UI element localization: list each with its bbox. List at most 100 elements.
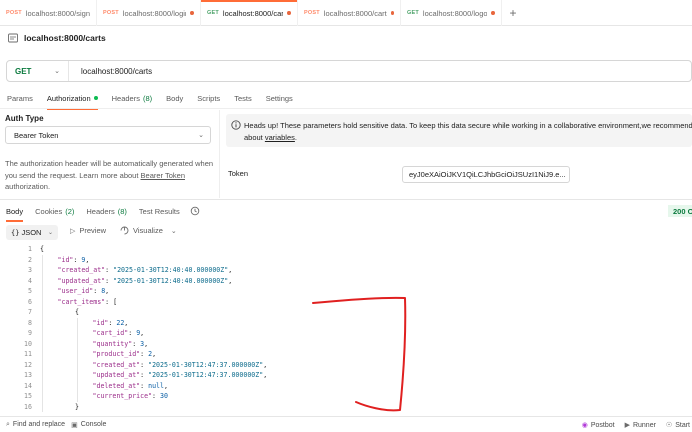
method-select[interactable]: GET ⌄	[7, 61, 69, 81]
json-key: "created_at"	[92, 360, 141, 369]
json-value: "2025-01-30T12:40:40.000000Z"	[113, 276, 229, 285]
json-key: "updated_at"	[92, 371, 141, 379]
visualize-button[interactable]: Visualize ⌄	[120, 226, 181, 235]
json-key: "cart_items"	[57, 297, 106, 306]
tab-body[interactable]: Body	[159, 90, 190, 106]
postbot-label: Postbot	[590, 421, 615, 429]
variables-link[interactable]: variables	[265, 133, 295, 142]
request-tab[interactable]: GET localhost:8000/carts	[201, 0, 298, 26]
runner-button[interactable]: ▶ Runner	[625, 421, 656, 430]
bearer-token-link[interactable]: Bearer Token	[141, 171, 185, 180]
tab-tests[interactable]: Tests	[227, 90, 259, 106]
request-tab[interactable]: POSTlocalhost:8000/cart-ite	[298, 0, 401, 26]
vertical-divider	[219, 110, 220, 198]
code-line: 14 "deleted_at": null,	[0, 381, 692, 391]
tab-method: POST	[103, 10, 119, 16]
search-replace-icon: ⌕	[6, 420, 10, 428]
code-punct: ,	[263, 371, 268, 379]
history-icon[interactable]	[190, 206, 200, 216]
tab-label: Headers	[111, 93, 140, 103]
tab-scripts[interactable]: Scripts	[190, 90, 227, 106]
line-number: 10	[24, 339, 32, 348]
url-input[interactable]: localhost:8000/carts	[69, 67, 152, 76]
code-punct: ,	[124, 318, 129, 327]
configured-dot	[93, 96, 98, 100]
tab-label: Test Results	[138, 206, 180, 216]
json-value: null	[148, 381, 164, 390]
code-punct: :	[93, 287, 102, 295]
auth-type-select[interactable]: Bearer Token ⌄	[5, 126, 211, 144]
request-tabs-bar: POSTlocalhost:8000/signupPOSTlocalhost:8…	[0, 0, 692, 26]
json-value: "2025-01-30T12:47:37.000000Z"	[148, 360, 264, 369]
code-punct: :	[152, 392, 160, 400]
response-tab-cookies[interactable]: Cookies (2)	[29, 204, 80, 218]
tab-label: Authorization	[46, 93, 91, 103]
code-punct: :	[140, 371, 149, 379]
visualize-label: Visualize	[133, 226, 163, 235]
line-number: 1	[28, 245, 32, 253]
tab-authorization[interactable]: Authorization	[40, 90, 105, 110]
code-line: 6 "cart_items": [	[0, 297, 692, 307]
token-label: Token	[228, 169, 249, 178]
tab-label: Headers	[86, 206, 115, 216]
code-punct: ,	[163, 381, 168, 390]
json-key: "created_at"	[57, 266, 106, 274]
response-tabs: Body Cookies (2) Headers (8) Test Results	[0, 204, 200, 222]
code-punct: :	[140, 381, 149, 390]
find-replace-button[interactable]: ⌕ Find and replace	[6, 421, 65, 429]
tab-headers[interactable]: Headers (8)	[105, 90, 160, 106]
format-select[interactable]: {} JSON ⌄	[6, 225, 58, 240]
start-label: Start	[675, 421, 690, 429]
notice-line1: Heads up! These parameters hold sensitiv…	[244, 121, 692, 130]
start-button[interactable]: ☉ Start	[666, 421, 690, 430]
json-value: 30	[160, 392, 168, 400]
code-text: "id": 9,	[58, 256, 90, 264]
json-key: "current_price"	[92, 392, 153, 400]
braces-icon: {}	[11, 229, 20, 237]
code-punct: ,	[228, 276, 233, 285]
notice-line2-prefix: about	[244, 133, 263, 142]
url-bar: GET ⌄ localhost:8000/carts	[6, 60, 692, 82]
postbot-icon: ◉	[581, 422, 588, 429]
response-tab-headers[interactable]: Headers (8)	[80, 204, 133, 218]
token-input[interactable]: eyJ0eXAiOiJKV1QiLCJhbGciOiJSUzI1NiJ9.e..…	[402, 166, 570, 183]
code-punct: :	[140, 350, 149, 358]
json-key: "product_id"	[92, 350, 141, 358]
tab-settings[interactable]: Settings	[259, 90, 300, 106]
plus-icon[interactable]: +	[502, 0, 524, 25]
tab-params[interactable]: Params	[0, 90, 40, 106]
response-tab-test-results[interactable]: Test Results	[133, 204, 186, 218]
unsaved-dot	[491, 11, 495, 15]
tab-label: localhost:8000/logout	[422, 8, 488, 18]
unsaved-dot	[190, 11, 194, 15]
code-line: 15 "current_price": 30	[0, 391, 692, 401]
code-punct: {	[75, 308, 79, 316]
request-title-text: localhost:8000/carts	[24, 33, 106, 43]
notice-line2: about variables.	[244, 133, 297, 142]
console-button[interactable]: ▣ Console	[71, 421, 106, 429]
request-tab[interactable]: POST localhost:8000/login	[97, 0, 201, 26]
response-tab-body[interactable]: Body	[0, 204, 29, 222]
response-body-code[interactable]: 1{2 "id": 9, 3 "created_at": "2025-01-30T12…	[0, 244, 692, 416]
unsaved-dot	[390, 11, 394, 15]
json-key: "user_id"	[57, 287, 94, 295]
tab-method: POST	[304, 10, 320, 16]
code-punct: :	[128, 329, 137, 337]
code-line: 2 "id": 9,	[0, 255, 692, 265]
line-number: 9	[28, 329, 32, 337]
code-line: 8 "id": 22,	[0, 318, 692, 328]
code-punct: ,	[263, 360, 268, 369]
code-line: 9 "cart_id": 9,	[0, 328, 692, 338]
postbot-button[interactable]: ◉ Postbot	[581, 421, 615, 430]
format-label: JSON	[21, 228, 42, 237]
tab-label: localhost:8000/carts	[222, 8, 284, 18]
sensitive-data-notice: Heads up! These parameters hold sensitiv…	[226, 114, 692, 147]
code-line: 1{	[0, 244, 692, 254]
preview-button[interactable]: ▷ Preview	[70, 226, 106, 235]
request-tab[interactable]: GET localhost:8000/logout	[401, 0, 502, 26]
json-key: "quantity"	[92, 339, 133, 348]
request-tab[interactable]: POSTlocalhost:8000/signup	[0, 0, 97, 26]
tab-label: Body	[6, 206, 24, 216]
tab-label: Params	[7, 93, 33, 103]
line-number: 8	[28, 318, 32, 327]
